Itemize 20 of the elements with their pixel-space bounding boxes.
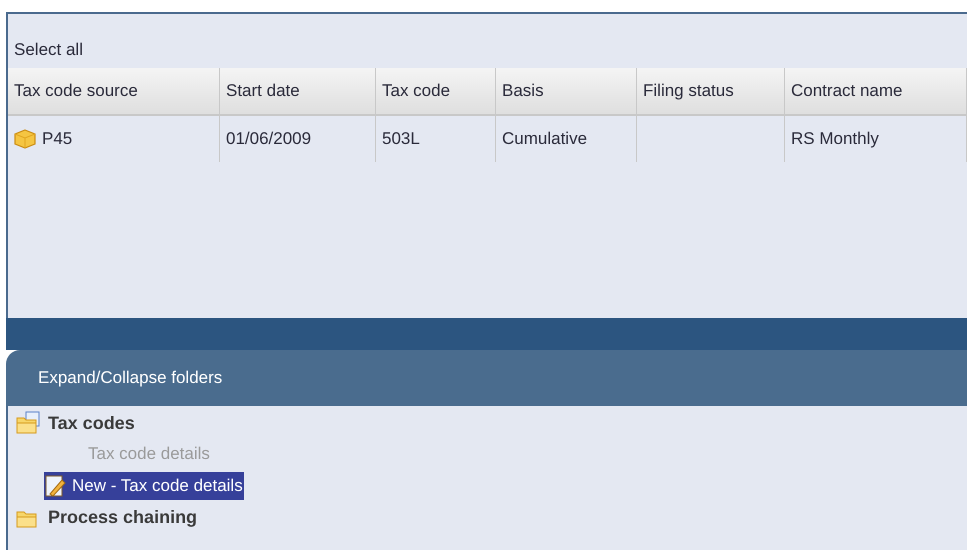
column-header[interactable]: Start date — [220, 68, 376, 114]
table-row[interactable]: P45 01/06/2009 503L Cumulative RS Monthly — [8, 116, 967, 162]
column-header[interactable]: Tax code source — [8, 68, 220, 114]
tree-item[interactable]: New - Tax code details — [44, 472, 244, 500]
folder-label[interactable]: Process chaining — [48, 504, 198, 530]
table-cell-text: Cumulative — [502, 128, 588, 150]
expand-collapse-link[interactable]: Expand/Collapse folders — [38, 365, 222, 391]
notebook-pencil-icon — [44, 475, 66, 497]
column-header[interactable]: Basis — [496, 68, 637, 114]
folder-document-icon — [16, 411, 42, 435]
package-icon — [14, 129, 36, 149]
column-header[interactable]: Contract name — [785, 68, 967, 114]
table-cell-text: 503L — [382, 128, 420, 150]
select-all-link[interactable]: Select all — [14, 36, 83, 62]
table-cell-text: P45 — [42, 128, 72, 150]
column-header[interactable]: Filing status — [637, 68, 785, 114]
table-cell-text: 01/06/2009 — [226, 128, 312, 150]
column-header[interactable]: Tax code — [376, 68, 496, 114]
folder-label[interactable]: Tax codes — [48, 410, 135, 436]
table-cell-text: RS Monthly — [791, 128, 879, 150]
